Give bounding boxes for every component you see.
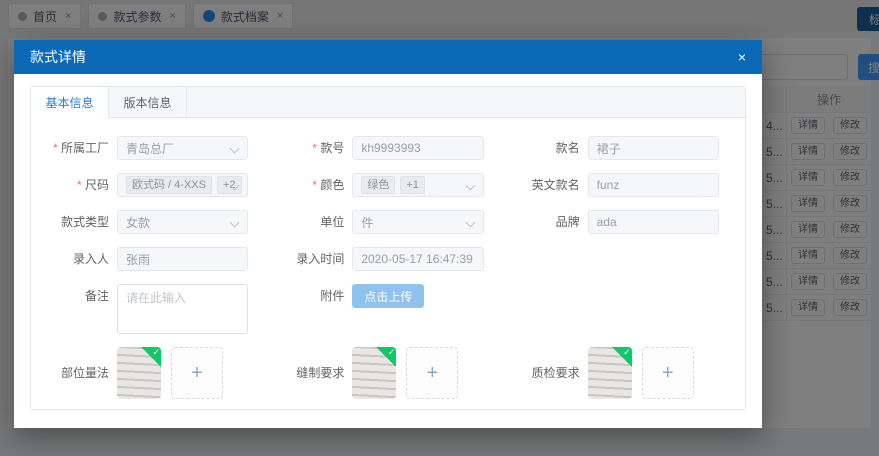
field-qc-req: 质检要求 ✓ + [510, 347, 719, 399]
factory-value: 青岛总厂 [126, 140, 174, 157]
brand-input[interactable] [588, 210, 719, 234]
modal-body: 基本信息 版本信息 所属工厂 青岛总厂 [14, 74, 762, 410]
entered-at-label: 录入时间 [274, 247, 344, 271]
unit-value: 件 [361, 214, 373, 231]
factory-select[interactable]: 青岛总厂 [117, 136, 248, 160]
brand-label: 品牌 [510, 210, 580, 234]
attachment-label: 附件 [274, 284, 344, 308]
check-icon: ✓ [623, 347, 631, 358]
size-label: 尺码 [39, 173, 109, 197]
qc-req-label: 质检要求 [510, 361, 580, 385]
field-unit: 单位 件 [274, 210, 483, 234]
add-image-button[interactable]: + [406, 347, 458, 399]
close-icon[interactable]: × [738, 50, 746, 64]
measure-method-label: 部位量法 [39, 361, 109, 385]
field-attachment: 附件 点击上传 [274, 284, 483, 334]
field-sewing-req: 缝制要求 ✓ + [274, 347, 483, 399]
tab-version-info[interactable]: 版本信息 [109, 87, 187, 117]
style-name-input[interactable] [588, 136, 719, 160]
style-type-label: 款式类型 [39, 210, 109, 234]
style-type-value: 女款 [126, 214, 150, 231]
field-measure-method: 部位量法 ✓ + [39, 347, 248, 399]
sewing-req-thumbnail[interactable]: ✓ [352, 347, 396, 399]
style-no-input[interactable] [352, 136, 483, 160]
en-name-label: 英文款名 [510, 173, 580, 197]
unit-label: 单位 [274, 210, 344, 234]
style-form: 所属工厂 青岛总厂 款号 款名 [31, 118, 745, 399]
style-detail-modal: 款式详情 × 基本信息 版本信息 所属工厂 青岛总厂 [14, 40, 762, 428]
info-card: 基本信息 版本信息 所属工厂 青岛总厂 [30, 86, 746, 410]
qc-req-thumbnail[interactable]: ✓ [588, 347, 632, 399]
modal-title: 款式详情 [30, 47, 86, 67]
field-spacer [510, 284, 719, 334]
field-style-name: 款名 [510, 136, 719, 160]
chevron-down-icon [230, 218, 240, 228]
plus-icon: + [662, 362, 674, 385]
add-image-button[interactable]: + [642, 347, 694, 399]
style-no-label: 款号 [274, 136, 344, 160]
field-en-name: 英文款名 [510, 173, 719, 197]
field-remark: 备注 [39, 284, 248, 334]
measure-method-thumbnail[interactable]: ✓ [117, 347, 161, 399]
modal-header: 款式详情 × [14, 40, 762, 74]
en-name-input[interactable] [588, 173, 719, 197]
field-style-no: 款号 [274, 136, 483, 160]
field-entered-by: 录入人 [39, 247, 248, 271]
color-label: 颜色 [274, 173, 344, 197]
unit-select[interactable]: 件 [352, 210, 483, 234]
check-icon: ✓ [152, 347, 160, 358]
modal-tab-bar: 基本信息 版本信息 [31, 87, 745, 118]
chevron-down-icon [465, 218, 475, 228]
color-tag: 绿色 [361, 176, 395, 194]
plus-icon: + [426, 362, 438, 385]
remark-label: 备注 [39, 284, 109, 308]
style-type-select[interactable]: 女款 [117, 210, 248, 234]
check-icon: ✓ [388, 347, 396, 358]
app-root: 首页 × 款式参数 × 款式档案 × 标签打印 搜索 操作 [0, 0, 879, 456]
entered-by-input[interactable] [117, 247, 248, 271]
field-color: 颜色 绿色 +1 [274, 173, 483, 197]
style-name-label: 款名 [510, 136, 580, 160]
field-style-type: 款式类型 女款 [39, 210, 248, 234]
chevron-down-icon [465, 181, 475, 191]
size-tag: 欧式码 / 4-XXS [126, 176, 212, 194]
upload-attachment-button[interactable]: 点击上传 [352, 284, 424, 308]
chevron-down-icon [230, 144, 240, 154]
field-spacer [510, 247, 719, 271]
color-extra-tag: +1 [400, 176, 425, 194]
field-brand: 品牌 [510, 210, 719, 234]
add-image-button[interactable]: + [171, 347, 223, 399]
factory-label: 所属工厂 [39, 136, 109, 160]
color-select[interactable]: 绿色 +1 [352, 173, 483, 197]
entered-at-input[interactable] [352, 247, 483, 271]
field-size: 尺码 欧式码 / 4-XXS +2 [39, 173, 248, 197]
size-select[interactable]: 欧式码 / 4-XXS +2 [117, 173, 248, 197]
field-factory: 所属工厂 青岛总厂 [39, 136, 248, 160]
sewing-req-label: 缝制要求 [274, 361, 344, 385]
field-entered-at: 录入时间 [274, 247, 483, 271]
entered-by-label: 录入人 [39, 247, 109, 271]
plus-icon: + [191, 362, 203, 385]
tab-basic-info[interactable]: 基本信息 [31, 87, 109, 118]
remark-textarea[interactable] [117, 284, 248, 334]
